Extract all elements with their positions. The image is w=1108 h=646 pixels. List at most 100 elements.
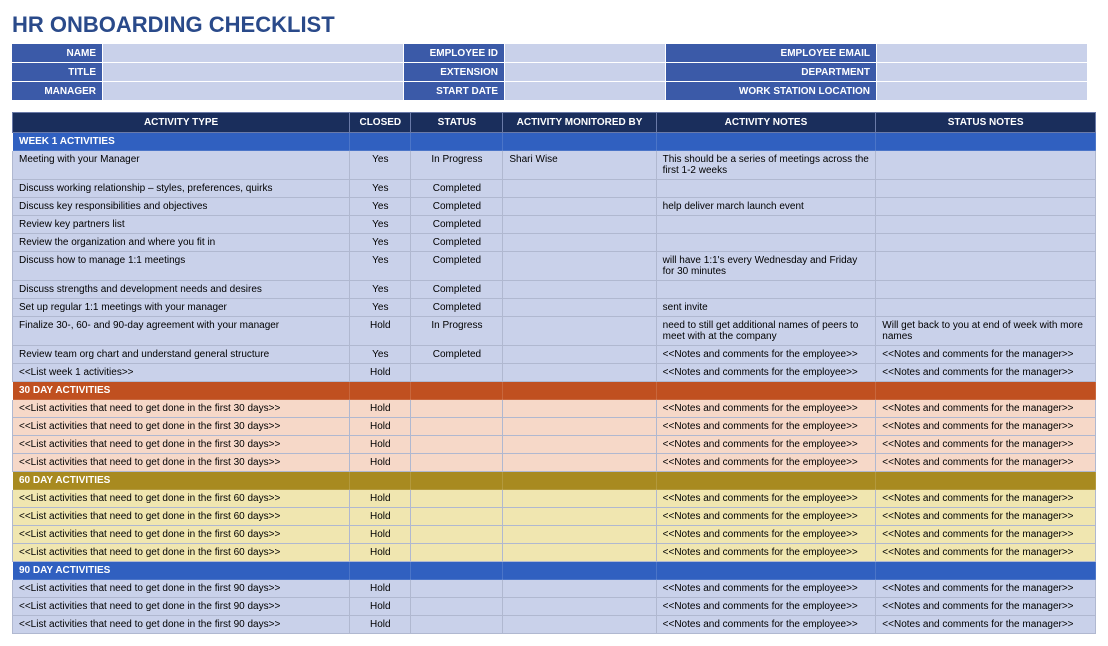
activity-notes-cell[interactable] [656, 234, 876, 252]
monitor-cell[interactable] [503, 180, 656, 198]
status-cell[interactable] [411, 526, 503, 544]
status-notes-cell[interactable] [876, 151, 1096, 180]
closed-cell[interactable]: Yes [350, 346, 411, 364]
monitor-cell[interactable] [503, 526, 656, 544]
status-notes-cell[interactable]: <<Notes and comments for the manager>> [876, 364, 1096, 382]
status-notes-cell[interactable] [876, 281, 1096, 299]
closed-cell[interactable]: Hold [350, 317, 411, 346]
status-cell[interactable] [411, 364, 503, 382]
status-cell[interactable]: Completed [411, 252, 503, 281]
monitor-cell[interactable] [503, 400, 656, 418]
status-cell[interactable] [411, 418, 503, 436]
activity-cell[interactable]: <<List activities that need to get done … [13, 490, 350, 508]
activity-notes-cell[interactable]: <<Notes and comments for the employee>> [656, 598, 876, 616]
activity-cell[interactable]: <<List activities that need to get done … [13, 418, 350, 436]
closed-cell[interactable]: Yes [350, 234, 411, 252]
activity-notes-cell[interactable]: need to still get additional names of pe… [656, 317, 876, 346]
activity-notes-cell[interactable]: <<Notes and comments for the employee>> [656, 346, 876, 364]
header-value[interactable] [505, 44, 665, 62]
closed-cell[interactable]: Hold [350, 526, 411, 544]
closed-cell[interactable]: Hold [350, 364, 411, 382]
activity-cell[interactable]: <<List activities that need to get done … [13, 454, 350, 472]
activity-notes-cell[interactable]: <<Notes and comments for the employee>> [656, 436, 876, 454]
monitor-cell[interactable] [503, 198, 656, 216]
header-value[interactable] [505, 63, 665, 81]
closed-cell[interactable]: Yes [350, 180, 411, 198]
header-value[interactable] [505, 82, 665, 100]
activity-notes-cell[interactable]: <<Notes and comments for the employee>> [656, 364, 876, 382]
activity-cell[interactable]: Review the organization and where you fi… [13, 234, 350, 252]
header-value[interactable] [103, 44, 403, 62]
activity-cell[interactable]: Discuss strengths and development needs … [13, 281, 350, 299]
monitor-cell[interactable] [503, 580, 656, 598]
status-notes-cell[interactable]: Will get back to you at end of week with… [876, 317, 1096, 346]
monitor-cell[interactable] [503, 299, 656, 317]
closed-cell[interactable]: Hold [350, 418, 411, 436]
status-cell[interactable]: Completed [411, 234, 503, 252]
activity-notes-cell[interactable] [656, 180, 876, 198]
monitor-cell[interactable] [503, 364, 656, 382]
closed-cell[interactable]: Hold [350, 400, 411, 418]
closed-cell[interactable]: Hold [350, 436, 411, 454]
activity-cell[interactable]: <<List activities that need to get done … [13, 616, 350, 634]
status-notes-cell[interactable] [876, 234, 1096, 252]
activity-notes-cell[interactable]: <<Notes and comments for the employee>> [656, 454, 876, 472]
activity-notes-cell[interactable]: <<Notes and comments for the employee>> [656, 544, 876, 562]
status-cell[interactable]: In Progress [411, 151, 503, 180]
monitor-cell[interactable]: Shari Wise [503, 151, 656, 180]
status-cell[interactable]: Completed [411, 216, 503, 234]
status-notes-cell[interactable]: <<Notes and comments for the manager>> [876, 544, 1096, 562]
activity-cell[interactable]: <<List activities that need to get done … [13, 598, 350, 616]
status-notes-cell[interactable] [876, 252, 1096, 281]
monitor-cell[interactable] [503, 544, 656, 562]
activity-notes-cell[interactable]: sent invite [656, 299, 876, 317]
status-notes-cell[interactable]: <<Notes and comments for the manager>> [876, 616, 1096, 634]
closed-cell[interactable]: Hold [350, 598, 411, 616]
activity-cell[interactable]: Meeting with your Manager [13, 151, 350, 180]
activity-cell[interactable]: Finalize 30-, 60- and 90-day agreement w… [13, 317, 350, 346]
status-cell[interactable] [411, 616, 503, 634]
activity-notes-cell[interactable]: <<Notes and comments for the employee>> [656, 616, 876, 634]
activity-notes-cell[interactable]: This should be a series of meetings acro… [656, 151, 876, 180]
status-notes-cell[interactable] [876, 180, 1096, 198]
activity-notes-cell[interactable] [656, 281, 876, 299]
activity-notes-cell[interactable]: help deliver march launch event [656, 198, 876, 216]
activity-cell[interactable]: <<List activities that need to get done … [13, 400, 350, 418]
monitor-cell[interactable] [503, 454, 656, 472]
closed-cell[interactable]: Yes [350, 252, 411, 281]
status-cell[interactable] [411, 544, 503, 562]
closed-cell[interactable]: Yes [350, 216, 411, 234]
activity-cell[interactable]: Discuss key responsibilities and objecti… [13, 198, 350, 216]
status-notes-cell[interactable]: <<Notes and comments for the manager>> [876, 454, 1096, 472]
monitor-cell[interactable] [503, 216, 656, 234]
status-notes-cell[interactable]: <<Notes and comments for the manager>> [876, 346, 1096, 364]
activity-cell[interactable]: <<List week 1 activities>> [13, 364, 350, 382]
monitor-cell[interactable] [503, 418, 656, 436]
status-cell[interactable]: Completed [411, 281, 503, 299]
closed-cell[interactable]: Yes [350, 281, 411, 299]
header-value[interactable] [103, 82, 403, 100]
monitor-cell[interactable] [503, 317, 656, 346]
status-notes-cell[interactable]: <<Notes and comments for the manager>> [876, 400, 1096, 418]
monitor-cell[interactable] [503, 598, 656, 616]
activity-cell[interactable]: Discuss how to manage 1:1 meetings [13, 252, 350, 281]
activity-cell[interactable]: <<List activities that need to get done … [13, 580, 350, 598]
status-cell[interactable]: In Progress [411, 317, 503, 346]
status-cell[interactable]: Completed [411, 198, 503, 216]
header-value[interactable] [877, 44, 1087, 62]
status-cell[interactable]: Completed [411, 346, 503, 364]
monitor-cell[interactable] [503, 436, 656, 454]
status-notes-cell[interactable] [876, 299, 1096, 317]
activity-notes-cell[interactable] [656, 216, 876, 234]
header-value[interactable] [103, 63, 403, 81]
closed-cell[interactable]: Yes [350, 198, 411, 216]
header-value[interactable] [877, 82, 1087, 100]
status-notes-cell[interactable]: <<Notes and comments for the manager>> [876, 490, 1096, 508]
status-cell[interactable]: Completed [411, 299, 503, 317]
activity-cell[interactable]: <<List activities that need to get done … [13, 544, 350, 562]
monitor-cell[interactable] [503, 508, 656, 526]
closed-cell[interactable]: Hold [350, 490, 411, 508]
monitor-cell[interactable] [503, 616, 656, 634]
activity-cell[interactable]: Set up regular 1:1 meetings with your ma… [13, 299, 350, 317]
closed-cell[interactable]: Hold [350, 616, 411, 634]
